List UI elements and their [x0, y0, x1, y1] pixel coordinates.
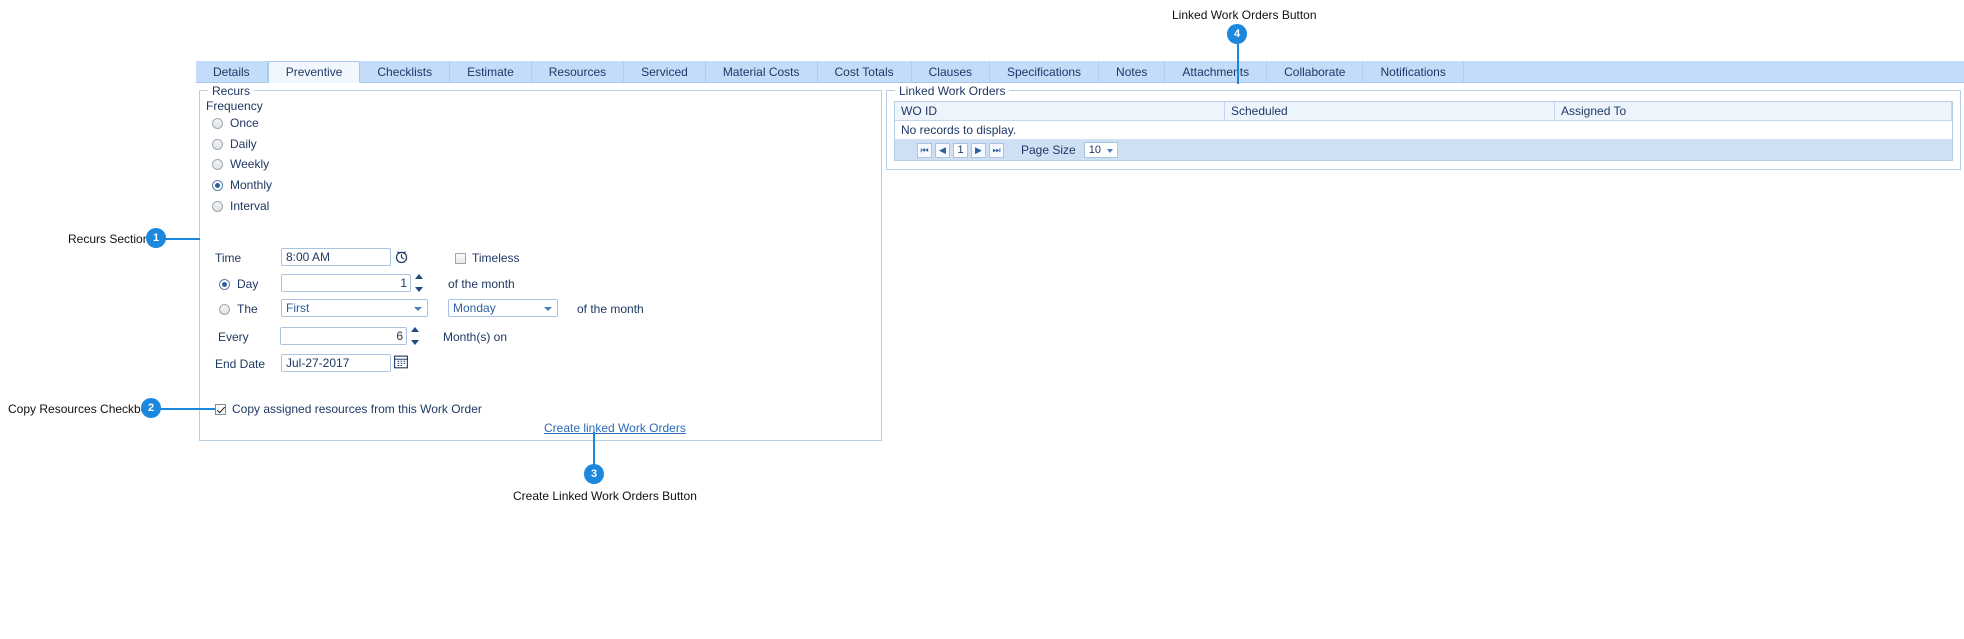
radio-day-indicator: [219, 278, 230, 290]
tab-resources[interactable]: Resources: [532, 61, 625, 82]
annotation-badge-4: 4: [1227, 24, 1247, 44]
stepper-up-icon[interactable]: [414, 274, 423, 279]
every-suffix-label: Month(s) on: [443, 330, 508, 344]
grid-column-scheduled[interactable]: Scheduled: [1225, 102, 1555, 120]
radio-once-indicator: [212, 117, 223, 129]
frequency-radio-monthly[interactable]: Monthly: [212, 178, 272, 192]
page-size-value: 10: [1088, 144, 1101, 156]
timeless-checkbox-indicator: [455, 252, 466, 264]
annotation-badge-1: 1: [146, 228, 166, 248]
stepper-down-icon[interactable]: [414, 287, 423, 292]
grid-empty-message: No records to display.: [895, 121, 1952, 140]
annotation-label-4: Linked Work Orders Button: [1172, 8, 1317, 22]
end-date-input[interactable]: Jul-27-2017: [281, 354, 391, 372]
grid-header-row: WO ID Scheduled Assigned To: [895, 102, 1952, 121]
radio-interval-indicator: [212, 200, 223, 212]
ordinal-dropdown-value: First: [286, 301, 310, 315]
day-label: Day: [237, 277, 259, 291]
chevron-down-icon: [414, 307, 422, 311]
day-radio[interactable]: Day: [219, 277, 258, 291]
radio-monthly-indicator: [212, 179, 223, 191]
radio-the-indicator: [219, 303, 230, 315]
timeless-checkbox[interactable]: Timeless: [455, 251, 520, 265]
tab-cost-totals[interactable]: Cost Totals: [818, 61, 912, 82]
weekday-dropdown[interactable]: Monday: [448, 299, 558, 317]
frequency-option-label: Monthly: [230, 178, 273, 192]
pager-next-button[interactable]: ▶: [971, 142, 986, 158]
calendar-icon[interactable]: [394, 355, 408, 371]
time-input[interactable]: 8:00 AM: [281, 248, 391, 266]
the-label: The: [237, 302, 258, 316]
stepper-down-icon[interactable]: [410, 340, 419, 345]
frequency-radio-interval[interactable]: Interval: [212, 199, 269, 213]
frequency-option-label: Interval: [230, 199, 270, 213]
every-interval-input[interactable]: 6: [280, 327, 407, 345]
annotation-label-1: Recurs Section: [68, 232, 150, 246]
annotation-badge-2: 2: [141, 398, 161, 418]
tab-preventive[interactable]: Preventive: [267, 61, 361, 83]
create-linked-work-orders-link[interactable]: Create linked Work Orders: [544, 421, 686, 435]
radio-daily-indicator: [212, 138, 223, 150]
copy-resources-checkbox-indicator: [215, 403, 226, 415]
day-of-month-input[interactable]: 1: [281, 274, 411, 292]
chevron-down-icon: [544, 307, 552, 311]
annotation-label-3: Create Linked Work Orders Button: [513, 489, 697, 503]
recurs-section-title: Recurs: [208, 84, 255, 98]
pager-prev-button[interactable]: ◀: [935, 142, 950, 158]
tab-checklists[interactable]: Checklists: [360, 61, 451, 82]
tab-estimate[interactable]: Estimate: [450, 61, 532, 82]
frequency-option-label: Once: [230, 116, 259, 130]
pager-current-page[interactable]: 1: [953, 142, 968, 158]
grid-pager: ⏮ ◀ 1 ▶ ⏭ Page Size 10: [895, 140, 1952, 160]
tab-collaborate[interactable]: Collaborate: [1267, 61, 1364, 82]
every-label: Every: [218, 330, 249, 344]
annotation-leader-4: [1237, 44, 1239, 84]
copy-resources-label: Copy assigned resources from this Work O…: [232, 402, 482, 416]
frequency-radio-once[interactable]: Once: [212, 116, 259, 130]
chevron-down-icon: [1106, 149, 1113, 153]
tab-clauses[interactable]: Clauses: [912, 61, 990, 82]
pager-last-button[interactable]: ⏭: [989, 142, 1004, 158]
time-label: Time: [215, 251, 242, 265]
frequency-radio-daily[interactable]: Daily: [212, 137, 257, 151]
grid-column-wo-id[interactable]: WO ID: [895, 102, 1225, 120]
copy-resources-checkbox[interactable]: Copy assigned resources from this Work O…: [215, 402, 482, 416]
every-interval-stepper[interactable]: [410, 327, 419, 345]
day-suffix-label: of the month: [448, 277, 515, 291]
frequency-option-label: Weekly: [230, 157, 270, 171]
clock-icon[interactable]: [394, 249, 409, 266]
timeless-label: Timeless: [472, 251, 520, 265]
tab-attachments[interactable]: Attachments: [1165, 61, 1268, 82]
frequency-label: Frequency: [206, 99, 263, 113]
frequency-option-label: Daily: [230, 137, 257, 151]
weekday-dropdown-value: Monday: [453, 301, 496, 315]
tab-strip-filler: [1464, 61, 1964, 82]
the-suffix-label: of the month: [577, 302, 644, 316]
the-radio[interactable]: The: [219, 302, 258, 316]
tab-material-costs[interactable]: Material Costs: [706, 61, 818, 82]
pager-first-button[interactable]: ⏮: [917, 142, 932, 158]
tab-strip: Details Preventive Checklists Estimate R…: [196, 61, 1964, 83]
grid-column-assigned-to[interactable]: Assigned To: [1555, 102, 1952, 120]
day-of-month-stepper[interactable]: [414, 274, 423, 292]
annotation-leader-2: [160, 408, 215, 410]
frequency-radio-weekly[interactable]: Weekly: [212, 157, 269, 171]
stepper-up-icon[interactable]: [410, 327, 419, 332]
annotation-badge-3: 3: [584, 464, 604, 484]
end-date-label: End Date: [215, 357, 266, 371]
tab-notes[interactable]: Notes: [1099, 61, 1166, 82]
tab-serviced[interactable]: Serviced: [624, 61, 706, 82]
linked-work-orders-grid: WO ID Scheduled Assigned To No records t…: [894, 101, 1953, 161]
tab-details[interactable]: Details: [196, 61, 268, 82]
tab-notifications[interactable]: Notifications: [1363, 61, 1464, 82]
linked-work-orders-title: Linked Work Orders: [895, 84, 1010, 98]
radio-weekly-indicator: [212, 158, 223, 170]
page-size-label: Page Size: [1021, 143, 1076, 157]
annotation-leader-1: [165, 238, 200, 240]
annotation-label-2: Copy Resources Checkbox: [8, 402, 154, 416]
page-size-dropdown[interactable]: 10: [1083, 142, 1118, 158]
ordinal-dropdown[interactable]: First: [281, 299, 428, 317]
tab-specifications[interactable]: Specifications: [990, 61, 1100, 82]
